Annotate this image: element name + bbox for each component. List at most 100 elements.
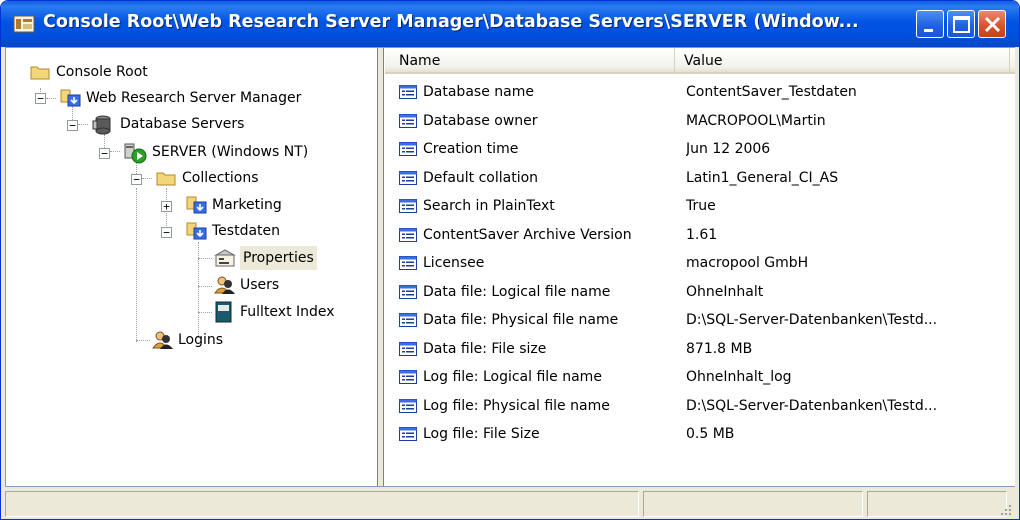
close-button[interactable] xyxy=(978,10,1006,38)
list-item[interactable]: Data file: File size 871.8 MB xyxy=(385,335,1015,363)
tree-line xyxy=(142,178,152,179)
database-icon xyxy=(92,115,111,135)
property-name: Data file: Logical file name xyxy=(423,283,611,300)
property-value: MACROPOOL\Martin xyxy=(686,112,826,129)
property-value: Latin1_General_CI_AS xyxy=(686,169,839,186)
server-manager-icon xyxy=(60,89,81,107)
property-icon xyxy=(399,113,417,128)
property-icon xyxy=(399,284,417,299)
tree-item-fulltext-index[interactable]: Fulltext Index xyxy=(214,300,374,324)
list-item[interactable]: Database owner MACROPOOL\Martin xyxy=(385,107,1015,135)
list-item[interactable]: Data file: Physical file name D:\SQL-Serv… xyxy=(385,306,1015,334)
tree-item-label: SERVER (Windows NT) xyxy=(152,144,309,160)
property-value: D:\SQL-Server-Datenbanken\Testd... xyxy=(686,312,938,328)
index-book-icon xyxy=(215,301,232,323)
property-name: Data file: Physical file name xyxy=(423,312,619,328)
property-value: 1.61 xyxy=(686,226,718,243)
server-running-icon xyxy=(124,143,147,164)
property-value: OhneInhalt xyxy=(686,283,764,300)
expand-toggle[interactable]: + xyxy=(161,201,172,212)
collapse-toggle[interactable]: − xyxy=(161,227,172,238)
tree-line xyxy=(198,286,212,287)
tree-line xyxy=(136,340,150,341)
collapse-toggle[interactable]: − xyxy=(131,174,142,185)
list-header: Name Value xyxy=(385,48,1015,74)
list-item[interactable]: Log file: Physical file name D:\SQL-Serve… xyxy=(385,392,1015,420)
mmc-window: Console Root\Web Research Server Manager… xyxy=(0,0,1020,520)
property-name: Database owner xyxy=(423,112,538,129)
property-icon xyxy=(399,170,417,185)
pane-splitter[interactable] xyxy=(378,48,384,486)
property-value: 0.5 MB xyxy=(686,426,735,442)
tree-item-logins[interactable]: Logins xyxy=(152,328,302,352)
tree-item-label: Console Root xyxy=(56,64,148,80)
tree-item-collections[interactable]: Collections xyxy=(156,166,356,190)
close-icon xyxy=(984,16,1001,33)
tree-item-users[interactable]: Users xyxy=(214,273,364,297)
list-item[interactable]: Log file: Logical file name OhneInhalt_lo… xyxy=(385,363,1015,391)
properties-list[interactable]: Name Value Database name ContentSaver_Tes… xyxy=(385,48,1015,486)
collection-icon xyxy=(186,196,207,214)
tree-line xyxy=(198,258,212,259)
resize-grip-icon[interactable] xyxy=(999,503,1013,517)
tree-line xyxy=(198,312,212,313)
title-bar[interactable]: Console Root\Web Research Server Manager… xyxy=(1,1,1019,47)
property-name: Search in PlainText xyxy=(423,198,555,214)
property-value: OhneInhalt_log xyxy=(686,369,792,385)
list-item[interactable]: Log file: File Size 0.5 MB xyxy=(385,420,1015,448)
collapse-toggle[interactable]: − xyxy=(99,148,110,159)
tree-item-console-root[interactable]: Console Root xyxy=(28,60,228,84)
mmc-app-icon xyxy=(13,15,35,33)
collapse-toggle[interactable]: − xyxy=(35,93,46,104)
list-item[interactable]: Default collation Latin1_General_CI_AS xyxy=(385,164,1015,192)
column-header-name[interactable]: Name xyxy=(385,48,675,74)
tree-line xyxy=(110,151,120,152)
list-item[interactable]: Creation time Jun 12 2006 xyxy=(385,135,1015,163)
tree-item-marketing[interactable]: Marketing xyxy=(186,193,336,217)
property-value: 871.8 MB xyxy=(686,340,753,357)
property-value: ContentSaver_Testdaten xyxy=(686,84,857,100)
tree-item-label: Logins xyxy=(178,332,224,348)
property-value: D:\SQL-Server-Datenbanken\Testd... xyxy=(686,397,938,414)
list-item[interactable]: Database name ContentSaver_Testdaten xyxy=(385,78,1015,106)
list-item[interactable]: Data file: Logical file name OhneInhalt xyxy=(385,278,1015,306)
property-name: Database name xyxy=(423,84,534,100)
property-name: Creation time xyxy=(423,141,519,157)
property-name: Log file: Physical file name xyxy=(423,397,610,414)
console-tree[interactable]: Console Root − Web Research Server Manag… xyxy=(6,48,378,486)
users-icon xyxy=(214,276,235,294)
property-icon xyxy=(399,199,417,213)
status-pane xyxy=(867,491,1007,517)
property-value: Jun 12 2006 xyxy=(686,141,771,157)
tree-item-web-research-server-manager[interactable]: Web Research Server Manager xyxy=(60,86,360,110)
property-icon xyxy=(399,85,417,99)
tree-item-label: Marketing xyxy=(212,197,282,213)
list-item[interactable]: Licensee macropool GmbH xyxy=(385,249,1015,277)
tree-item-label: Testdaten xyxy=(212,223,281,239)
column-header-value[interactable]: Value xyxy=(676,48,1010,74)
folder-icon xyxy=(30,66,50,80)
users-icon xyxy=(152,331,173,349)
tree-item-label: Users xyxy=(240,277,280,293)
property-name: Log file: Logical file name xyxy=(423,369,602,385)
tree-line xyxy=(46,98,56,99)
tree-item-database-servers[interactable]: Database Servers xyxy=(92,112,292,136)
list-item[interactable]: ContentSaver Archive Version 1.61 xyxy=(385,221,1015,249)
tree-item-server[interactable]: SERVER (Windows NT) xyxy=(124,140,374,164)
property-name: Data file: File size xyxy=(423,340,547,357)
properties-icon xyxy=(214,249,236,267)
list-item[interactable]: Search in PlainText True xyxy=(385,192,1015,220)
collapse-toggle[interactable]: − xyxy=(67,120,78,131)
tree-line xyxy=(198,242,199,338)
minimize-button[interactable] xyxy=(916,10,944,38)
property-icon xyxy=(399,370,417,384)
maximize-button[interactable] xyxy=(947,10,975,38)
folder-icon xyxy=(156,172,176,186)
tree-item-testdaten[interactable]: Testdaten xyxy=(186,219,336,243)
tree-item-label: Collections xyxy=(182,170,259,186)
tree-item-properties[interactable]: Properties xyxy=(214,246,364,270)
property-icon xyxy=(399,227,417,242)
window-title: Console Root\Web Research Server Manager… xyxy=(43,12,859,32)
property-value: macropool GmbH xyxy=(686,255,809,271)
client-area: Console Root − Web Research Server Manag… xyxy=(5,47,1015,487)
